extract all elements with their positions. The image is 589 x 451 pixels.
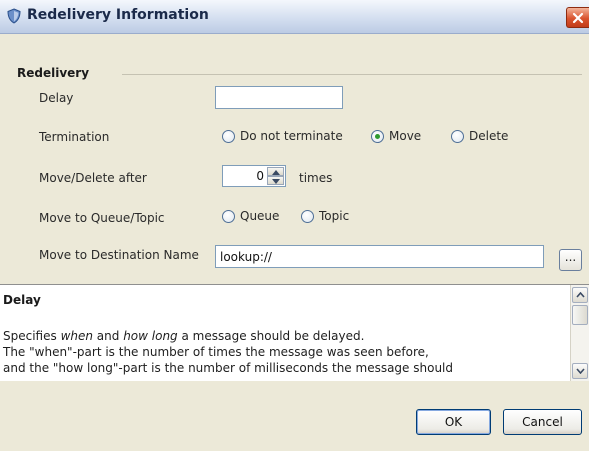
browse-button[interactable]: ... [559, 249, 582, 271]
help-line-3: and the "how long"-part is the number of… [3, 361, 453, 375]
termination-label: Termination [39, 130, 110, 144]
radio-move[interactable]: Move [371, 129, 421, 143]
help-text-part: and [92, 329, 124, 343]
help-text-part: a message should be delayed. [177, 329, 365, 343]
spin-up-button[interactable] [267, 167, 284, 176]
delay-label: Delay [39, 91, 74, 105]
radio-circle-selected [371, 129, 384, 143]
help-text-part: Specifies [3, 329, 61, 343]
spinner-buttons [267, 167, 284, 185]
radio-circle [222, 209, 235, 223]
radio-do-not-terminate[interactable]: Do not terminate [222, 129, 343, 143]
title-bar[interactable]: Redelivery Information [0, 0, 589, 34]
radio-label: Do not terminate [240, 129, 343, 143]
radio-topic[interactable]: Topic [301, 209, 349, 223]
scroll-down-button[interactable] [572, 363, 588, 379]
close-icon [572, 12, 584, 24]
times-value[interactable]: 0 [256, 169, 264, 183]
ok-button[interactable]: OK [416, 409, 491, 435]
move-delete-after-label: Move/Delete after [39, 171, 147, 185]
spin-down-button[interactable] [267, 176, 284, 185]
delay-input[interactable] [215, 86, 343, 109]
help-title: Delay [3, 293, 41, 307]
radio-label: Move [389, 129, 422, 143]
section-divider [122, 74, 582, 75]
chevron-up-icon [576, 292, 585, 298]
redelivery-dialog: Redelivery Information Redelivery Delay … [0, 0, 589, 451]
chevron-down-icon [576, 368, 585, 374]
scroll-up-button[interactable] [572, 287, 588, 303]
help-line-2: The "when"-part is the number of times t… [3, 345, 429, 359]
destination-label: Move to Destination Name [39, 248, 199, 262]
help-text: Specifies when and how long a message sh… [3, 328, 563, 376]
close-button[interactable] [566, 7, 589, 28]
section-title: Redelivery [17, 66, 90, 80]
help-text-emphasis: how long [123, 329, 178, 343]
cancel-button[interactable]: Cancel [503, 409, 582, 435]
arrow-up-icon [272, 170, 280, 175]
arrow-down-icon [272, 179, 280, 184]
radio-circle [301, 209, 314, 223]
radio-delete[interactable]: Delete [451, 129, 508, 143]
help-panel: Delay Specifies when and how long a mess… [0, 284, 589, 382]
times-label: times [299, 171, 333, 185]
times-stepper[interactable]: 0 [222, 165, 286, 187]
redelivery-form: Redelivery Delay Termination Do not term… [0, 34, 589, 282]
radio-label: Delete [469, 129, 509, 143]
destination-input[interactable] [215, 245, 544, 268]
radio-circle [451, 129, 464, 143]
scroll-thumb[interactable] [572, 305, 588, 325]
dialog-footer: OK Cancel [0, 381, 589, 451]
radio-label: Topic [319, 209, 350, 223]
radio-queue[interactable]: Queue [222, 209, 279, 223]
radio-label: Queue [240, 209, 280, 223]
radio-circle [222, 129, 235, 143]
window-title: Redelivery Information [27, 7, 209, 23]
help-line-1: Specifies when and how long a message sh… [3, 328, 563, 344]
help-scrollbar[interactable] [570, 285, 589, 381]
move-to-label: Move to Queue/Topic [39, 211, 165, 225]
shield-icon [7, 8, 21, 24]
help-text-emphasis: when [60, 329, 93, 343]
